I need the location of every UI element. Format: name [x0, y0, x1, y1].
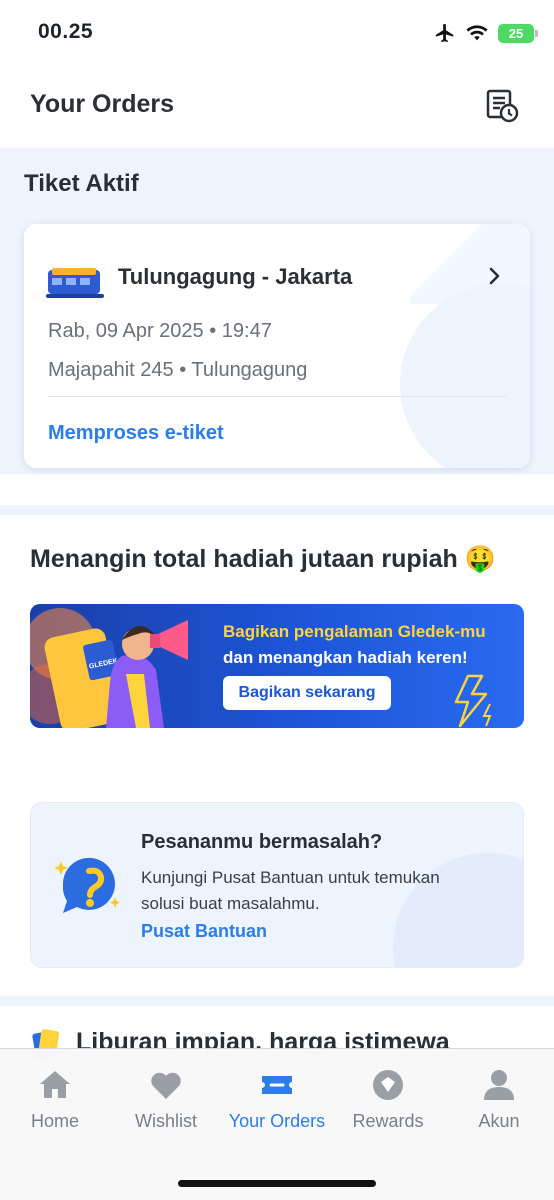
chevron-right-icon[interactable]: [488, 266, 502, 286]
nav-label-your-orders: Your Orders: [228, 1111, 326, 1131]
ticket-route: Tulungagung - Jakarta: [118, 264, 353, 289]
battery-icon: 25: [498, 23, 538, 43]
home-icon: [40, 1071, 70, 1098]
promo-illustration: GLEDEK: [30, 608, 188, 728]
app-header: Your Orders: [0, 70, 554, 148]
help-card: Pesananmu bermasalah? Kunjungi Pusat Ban…: [30, 802, 524, 968]
nav-item-your-orders[interactable]: Your Orders: [222, 1067, 332, 1132]
nav-label-wishlist: Wishlist: [135, 1111, 197, 1131]
ticket-card[interactable]: Tulungagung - Jakarta Rab, 09 Apr 2025 •…: [24, 224, 530, 468]
nav-label-akun: Akun: [478, 1111, 520, 1131]
ticket-icon: [262, 1076, 292, 1094]
section-title-active-tickets: Tiket Aktif: [24, 170, 139, 197]
heart-icon: [151, 1072, 181, 1099]
promo-title: Menangin total hadiah jutaan rupiah 🤑: [30, 545, 496, 573]
divider: [48, 396, 506, 397]
train-icon: [46, 268, 104, 298]
nav-item-rewards[interactable]: Rewards: [333, 1067, 443, 1132]
person-icon: [484, 1070, 514, 1100]
help-center-link[interactable]: Pusat Bantuan: [141, 921, 267, 942]
question-icon: [55, 857, 121, 913]
share-now-button[interactable]: Bagikan sekarang: [223, 676, 391, 710]
status-bar: 00.25 25: [0, 0, 554, 70]
ticket-date-time: Rab, 09 Apr 2025 • 19:47: [48, 320, 272, 342]
active-tickets-section: Tiket Aktif Tulungagung - Jakarta Rab, 0…: [0, 148, 554, 474]
section-divider: [0, 505, 554, 515]
page-title: Your Orders: [30, 90, 175, 118]
help-description: Kunjungi Pusat Bantuan untuk temukan sol…: [141, 868, 440, 913]
bottom-nav: Home Wishlist Your Orders Rewards Akun: [0, 1048, 554, 1200]
status-icons: 25: [434, 22, 538, 44]
promo-headline: Bagikan pengalaman Gledek-mu: [223, 622, 486, 641]
promo-banner[interactable]: GLEDEK Bagikan pengalaman Gledek-mu dan …: [30, 604, 524, 728]
battery-level: 25: [508, 25, 524, 41]
nav-label-rewards: Rewards: [352, 1111, 424, 1131]
card-decoration-circle: [400, 284, 530, 468]
nav-label-home: Home: [30, 1111, 79, 1131]
rewards-icon: [373, 1070, 403, 1100]
lightning-icon: [454, 674, 492, 728]
help-title: Pesananmu bermasalah?: [141, 831, 383, 853]
nav-item-home[interactable]: Home: [0, 1067, 110, 1132]
airplane-icon: [435, 23, 454, 43]
order-history-icon: [486, 89, 519, 123]
promo-subheadline: dan menangkan hadiah keren!: [223, 648, 468, 667]
home-indicator: [178, 1180, 376, 1187]
nav-item-akun[interactable]: Akun: [444, 1067, 554, 1132]
nav-item-wishlist[interactable]: Wishlist: [111, 1067, 221, 1132]
ticket-train-info: Majapahit 245 • Tulungagung: [48, 359, 308, 381]
status-time: 00.25: [38, 20, 94, 43]
section-divider: [0, 996, 554, 1006]
ticket-status-link[interactable]: Memproses e-tiket: [48, 422, 224, 445]
wifi-icon: [466, 25, 488, 41]
order-history-button[interactable]: [484, 88, 520, 124]
